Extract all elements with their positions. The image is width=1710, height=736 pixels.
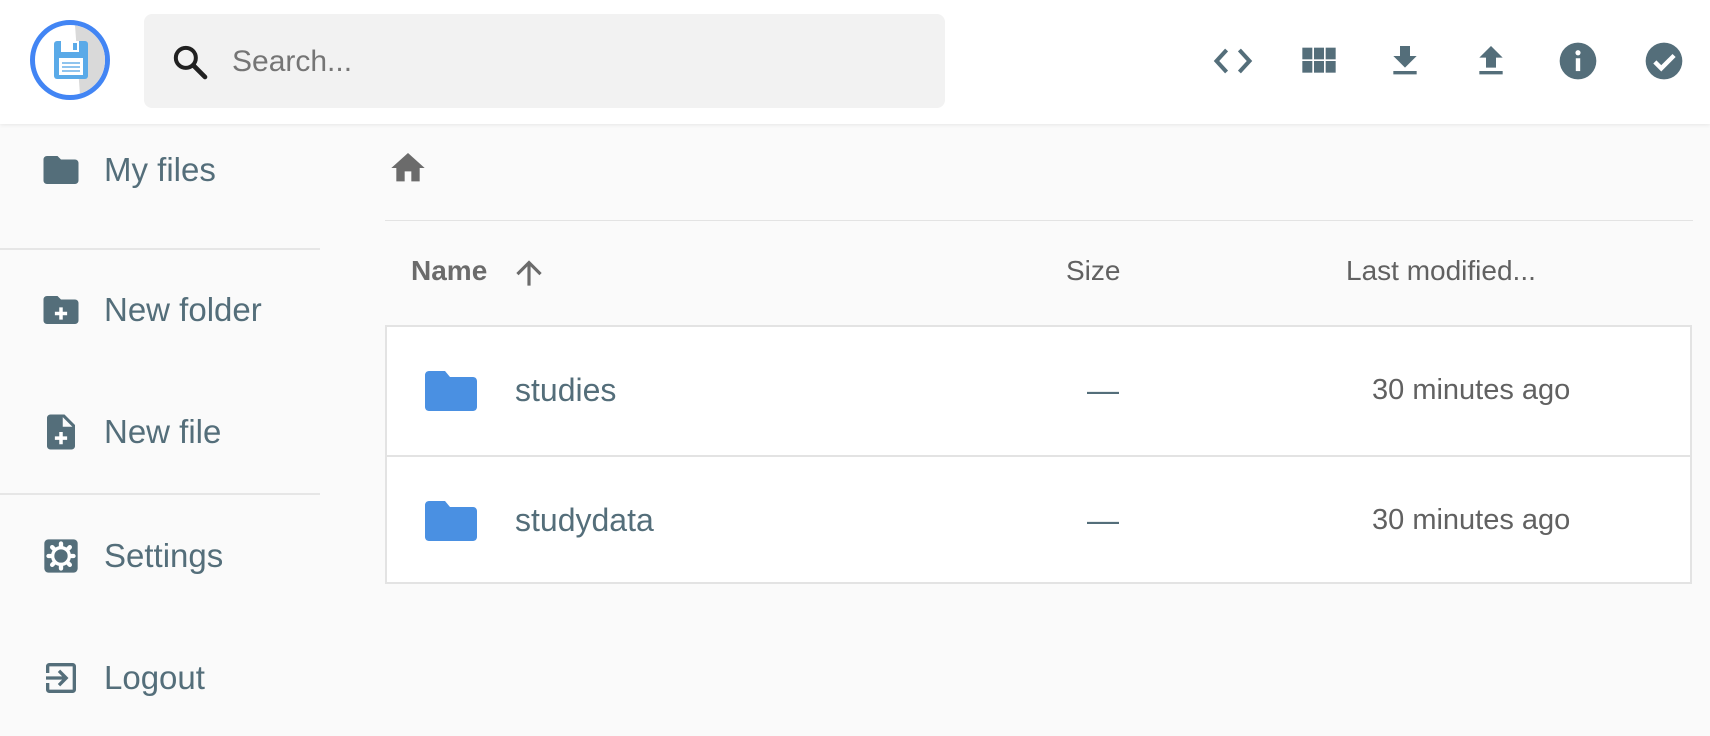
sidebar-item-label: My files <box>104 151 216 188</box>
column-header-modified[interactable]: Last modified... <box>1346 255 1536 287</box>
item-name: studies <box>515 372 617 408</box>
search-icon <box>173 45 208 80</box>
code-icon <box>1213 48 1253 74</box>
upload-icon <box>1479 46 1503 75</box>
search-input[interactable] <box>230 36 924 88</box>
upload-button[interactable] <box>1468 38 1514 84</box>
folder-icon <box>40 149 82 191</box>
sidebar-item-label: New folder <box>104 291 262 328</box>
logout-icon <box>40 657 82 699</box>
breadcrumb-home[interactable] <box>388 148 428 188</box>
app-logo[interactable] <box>30 20 110 100</box>
list-item[interactable]: studydata — 30 minutes ago <box>387 455 1690 585</box>
file-list: studies — 30 minutes ago studydata — 30 … <box>385 325 1692 584</box>
column-header-size[interactable]: Size <box>1066 255 1120 287</box>
sidebar-item-settings[interactable]: Settings <box>0 516 320 596</box>
home-icon <box>391 153 425 182</box>
header <box>0 0 1710 124</box>
folder-icon <box>425 501 477 541</box>
sidebar-item-my-files[interactable]: My files <box>0 130 320 210</box>
item-size: — <box>1087 372 1119 408</box>
folder-icon <box>425 371 477 411</box>
column-header-name[interactable]: Name <box>411 255 487 287</box>
item-size: — <box>1087 502 1119 538</box>
search-bar[interactable] <box>144 14 945 108</box>
item-modified: 30 minutes ago <box>1372 504 1571 536</box>
sort-ascending-icon[interactable] <box>510 254 548 292</box>
sidebar-divider <box>0 493 320 495</box>
info-button[interactable] <box>1555 38 1601 84</box>
file-add-icon <box>40 411 82 453</box>
list-item[interactable]: studies — 30 minutes ago <box>387 327 1690 455</box>
sidebar-item-label: New file <box>104 413 222 450</box>
code-button[interactable] <box>1210 38 1256 84</box>
item-name: studydata <box>515 502 654 538</box>
view-toggle-button[interactable] <box>1296 38 1342 84</box>
sidebar-item-new-folder[interactable]: New folder <box>0 270 320 350</box>
settings-icon <box>40 535 82 577</box>
check-circle-icon <box>1645 42 1683 80</box>
folder-add-icon <box>40 289 82 331</box>
info-icon <box>1559 42 1597 80</box>
select-button[interactable] <box>1641 38 1687 84</box>
sidebar-item-label: Settings <box>104 537 224 574</box>
download-icon <box>1393 46 1417 75</box>
sidebar-item-new-file[interactable]: New file <box>0 392 320 472</box>
item-modified: 30 minutes ago <box>1372 374 1571 406</box>
sidebar-item-label: Logout <box>104 659 205 696</box>
sidebar: My files New folder New file Settings Lo… <box>0 124 320 736</box>
sidebar-item-logout[interactable]: Logout <box>0 638 320 718</box>
breadcrumb-divider <box>385 220 1693 221</box>
grid-view-icon <box>1302 47 1336 73</box>
download-button[interactable] <box>1382 38 1428 84</box>
sidebar-divider <box>0 248 320 250</box>
